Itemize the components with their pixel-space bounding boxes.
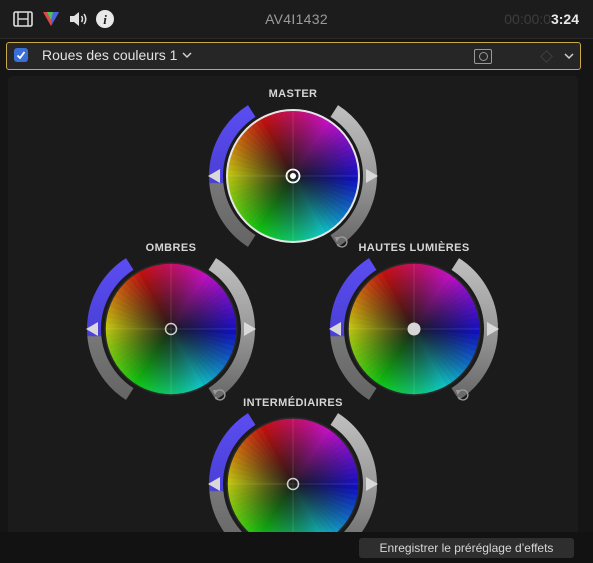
color-wheel-highlights[interactable]: [329, 258, 499, 401]
color-wheel-master[interactable]: [208, 105, 378, 248]
save-effects-preset-button[interactable]: Enregistrer le préréglage d’effets: [359, 538, 574, 558]
color-puck-center: [290, 173, 296, 179]
color-wheel-midtones[interactable]: [208, 413, 378, 532]
color-wheel-shadows[interactable]: [86, 258, 256, 401]
color-puck-highlights[interactable]: [407, 322, 421, 336]
color-wheels-canvas: [86, 105, 499, 532]
